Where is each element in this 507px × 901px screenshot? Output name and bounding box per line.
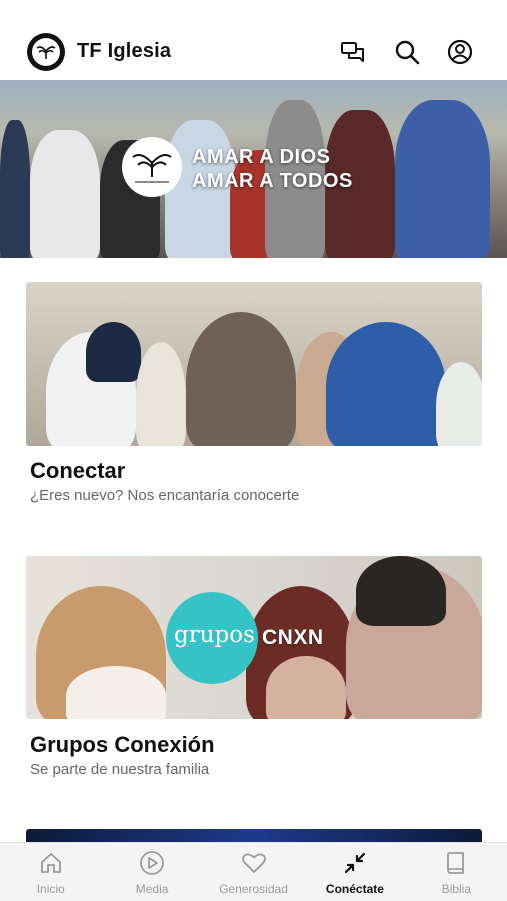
hero-line-2: AMAR A TODOS	[192, 170, 353, 192]
tab-label: Generosidad	[219, 882, 288, 896]
logo-icon[interactable]	[27, 33, 65, 71]
cnxn-logo-text: CNXN	[262, 626, 324, 649]
grupos-card-image[interactable]: grupos CNXN	[26, 556, 482, 719]
hero-banner[interactable]	[0, 80, 507, 258]
search-icon[interactable]	[393, 38, 421, 66]
connect-icon	[342, 850, 368, 876]
church-logo-badge	[122, 137, 182, 197]
tab-label: Media	[135, 882, 169, 896]
heart-icon	[241, 850, 267, 876]
next-card-peek[interactable]	[26, 829, 482, 843]
tab-inicio[interactable]: Inicio	[0, 843, 101, 901]
grupos-title[interactable]: Grupos Conexión	[30, 732, 215, 758]
tab-biblia[interactable]: Biblia	[406, 843, 507, 901]
profile-icon[interactable]	[446, 38, 474, 66]
bottom-tab-bar: Inicio Media Generosidad Conéctate Bibli…	[0, 842, 507, 901]
tab-media[interactable]: Media	[101, 843, 202, 901]
tab-generosidad[interactable]: Generosidad	[203, 843, 304, 901]
chat-icon[interactable]	[339, 38, 367, 66]
play-icon	[139, 850, 165, 876]
grupos-subtitle: Se parte de nuestra familia	[30, 761, 210, 778]
conectar-card-image[interactable]	[26, 282, 482, 446]
app-header: TF Iglesia	[0, 0, 507, 80]
tab-label: Inicio	[36, 882, 65, 896]
tab-label: Conéctate	[325, 882, 384, 896]
conectar-title[interactable]: Conectar	[30, 458, 125, 484]
app-title: TF Iglesia	[77, 40, 172, 62]
book-icon	[443, 850, 469, 876]
tab-label: Biblia	[441, 882, 471, 896]
home-icon	[38, 850, 64, 876]
hero-line-1: AMAR A DIOS	[192, 146, 331, 168]
grupos-logo-text: grupos	[174, 622, 255, 648]
tab-conectate[interactable]: Conéctate	[304, 843, 405, 901]
conectar-subtitle: ¿Eres nuevo? Nos encantaría conocerte	[30, 487, 300, 504]
